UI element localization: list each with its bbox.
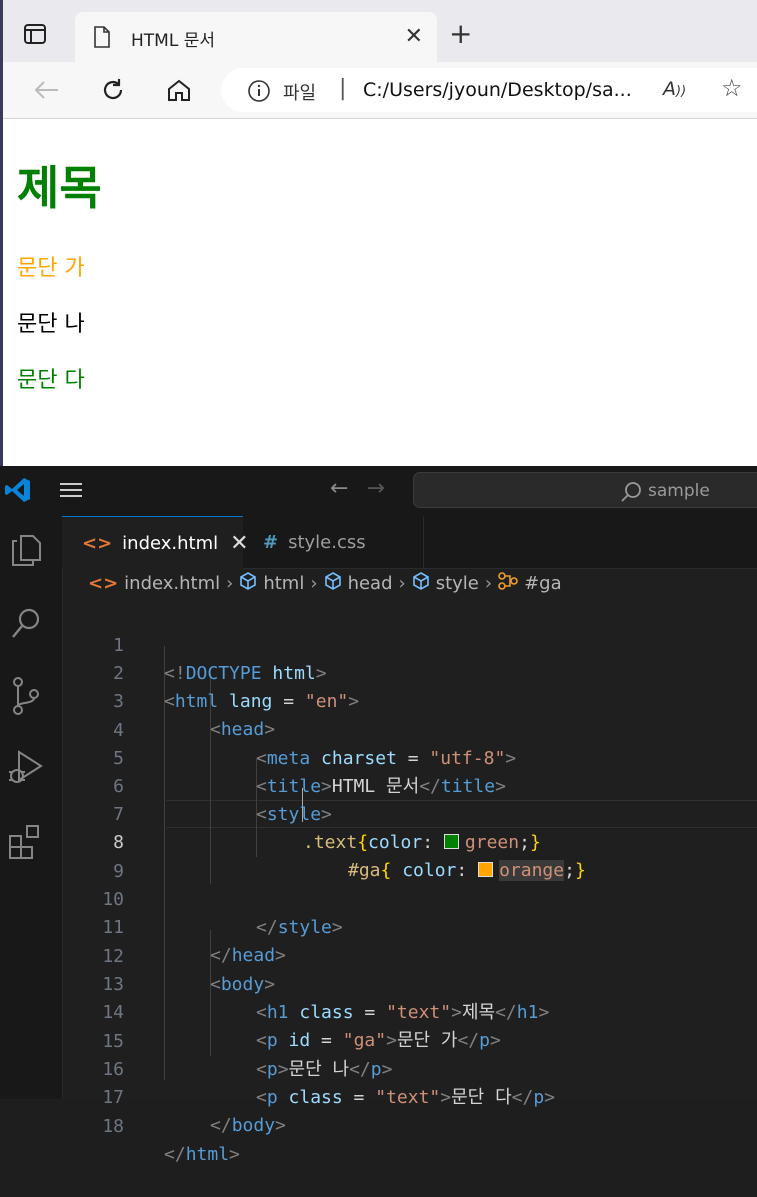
favorite-star-icon[interactable]: ☆ — [721, 74, 743, 102]
code-line: 8 #ga{ color: orange;} — [62, 801, 757, 881]
breadcrumb: <> index.html › html › head › style › #g… — [88, 572, 562, 595]
token: </ — [164, 1144, 186, 1165]
cube-icon — [239, 572, 257, 595]
code-line: 1 <!DOCTYPE html> — [62, 604, 757, 684]
code-line: 13 <h1 class = "text">제목</h1> — [62, 943, 757, 1023]
breadcrumb-item[interactable]: html — [263, 573, 304, 594]
cube-icon — [412, 572, 430, 595]
back-icon[interactable] — [31, 74, 63, 106]
vscode-title-bar: ←→ sample — [0, 466, 757, 517]
code-line: 16 <p class = "text">문단 다</p> — [62, 1028, 757, 1108]
search-sidebar-icon[interactable] — [6, 604, 46, 644]
menu-icon[interactable] — [58, 480, 84, 504]
tab-actions-icon[interactable] — [19, 18, 51, 50]
back-arrow-icon[interactable]: ← — [330, 476, 366, 501]
code-line: 11 </head> — [62, 886, 757, 966]
close-tab-icon[interactable]: ✕ — [405, 24, 423, 49]
activity-bar — [0, 516, 63, 1099]
tab-label: index.html — [122, 532, 219, 554]
html-file-icon: <> — [82, 532, 113, 554]
paragraph-ga: 문단 가 — [17, 256, 85, 281]
code-line: 18 </html> — [62, 1085, 757, 1165]
code-line: 7 .text{color: green;} — [62, 773, 757, 853]
editor-tabs: <> index.html ✕ # style.css — [62, 516, 757, 569]
browser-nav-bar: 파일 | C:/Users/jyoun/Desktop/sa... A)) ☆ — [3, 62, 757, 119]
token: html — [185, 1144, 230, 1165]
vscode-window: ←→ sample <> index.html ✕ # style.css <>… — [0, 466, 757, 1165]
token: > — [275, 1115, 286, 1136]
forward-arrow-icon[interactable]: → — [366, 476, 402, 501]
breadcrumb-item[interactable]: head — [348, 573, 393, 594]
css-rule-icon — [498, 572, 518, 595]
browser-window: HTML 문서 ✕ + 파일 | C:/Users/jyoun/Desktop/… — [0, 0, 757, 466]
read-aloud-icon[interactable]: A)) — [663, 78, 686, 100]
browser-tab[interactable]: HTML 문서 ✕ — [75, 12, 437, 62]
code-line: 17 </body> — [62, 1056, 757, 1136]
code-line: 14 <p id = "ga">문단 가</p> — [62, 971, 757, 1051]
breadcrumb-item[interactable]: index.html — [124, 573, 220, 594]
tab-label: style.css — [288, 531, 366, 553]
home-icon[interactable] — [163, 74, 195, 106]
refresh-icon[interactable] — [97, 74, 129, 106]
code-line: 4 <meta charset = "utf-8"> — [62, 689, 757, 769]
token: </ — [210, 1115, 232, 1136]
document-icon — [93, 26, 111, 52]
tab-index-html[interactable]: <> index.html ✕ — [62, 516, 249, 569]
new-tab-icon[interactable]: + — [449, 20, 472, 48]
code-line: 6 <style> — [62, 745, 757, 825]
code-editor[interactable]: 1 <!DOCTYPE html> 2 <html lang = "en"> 3… — [62, 604, 757, 1165]
line-number: 18 — [102, 1116, 124, 1137]
breadcrumb-item[interactable]: #ga — [524, 573, 562, 594]
code-line: 3 <head> — [62, 660, 757, 740]
code-line: 10 </style> — [62, 858, 757, 938]
page-heading: 제목 — [17, 161, 102, 215]
code-line: 9 — [62, 830, 757, 882]
tab-style-css[interactable]: # style.css — [243, 516, 424, 568]
token: body — [231, 1115, 276, 1136]
browser-tab-bar: HTML 문서 ✕ + — [3, 0, 757, 62]
source-control-icon[interactable] — [6, 676, 46, 716]
chevron-right-icon: › — [310, 573, 318, 594]
breadcrumb-item[interactable]: style — [436, 573, 479, 594]
cube-icon — [324, 572, 342, 595]
chevron-right-icon: › — [484, 573, 493, 594]
info-icon[interactable] — [247, 79, 271, 107]
extensions-icon[interactable] — [6, 822, 46, 862]
code-line: 5 <title>HTML 문서</title> — [62, 717, 757, 797]
history-nav[interactable]: ←→ — [330, 476, 403, 501]
address-scheme-label: 파일 — [283, 83, 317, 104]
code-line: 15 <p>문단 나</p> — [62, 1000, 757, 1080]
css-file-icon: # — [263, 531, 279, 553]
run-debug-icon[interactable] — [6, 748, 46, 788]
html-file-icon: <> — [88, 573, 119, 594]
chevron-right-icon: › — [226, 573, 234, 594]
address-separator: | — [339, 76, 347, 101]
chevron-right-icon: › — [398, 573, 406, 594]
code-line: 2 <html lang = "en"> — [62, 632, 757, 712]
command-search[interactable]: sample — [413, 472, 757, 508]
token: > — [229, 1144, 240, 1165]
address-bar[interactable]: 파일 | C:/Users/jyoun/Desktop/sa... A)) ☆ — [221, 68, 757, 112]
code-line: 12 <body> — [62, 915, 757, 995]
search-placeholder: sample — [648, 481, 710, 501]
paragraph-na: 문단 나 — [17, 312, 85, 337]
address-url[interactable]: C:/Users/jyoun/Desktop/sa... — [363, 79, 632, 101]
vscode-logo-icon — [4, 476, 32, 508]
tab-title: HTML 문서 — [131, 31, 215, 51]
paragraph-da: 문단 다 — [17, 368, 85, 393]
search-icon — [620, 481, 642, 507]
explorer-icon[interactable] — [6, 530, 46, 570]
